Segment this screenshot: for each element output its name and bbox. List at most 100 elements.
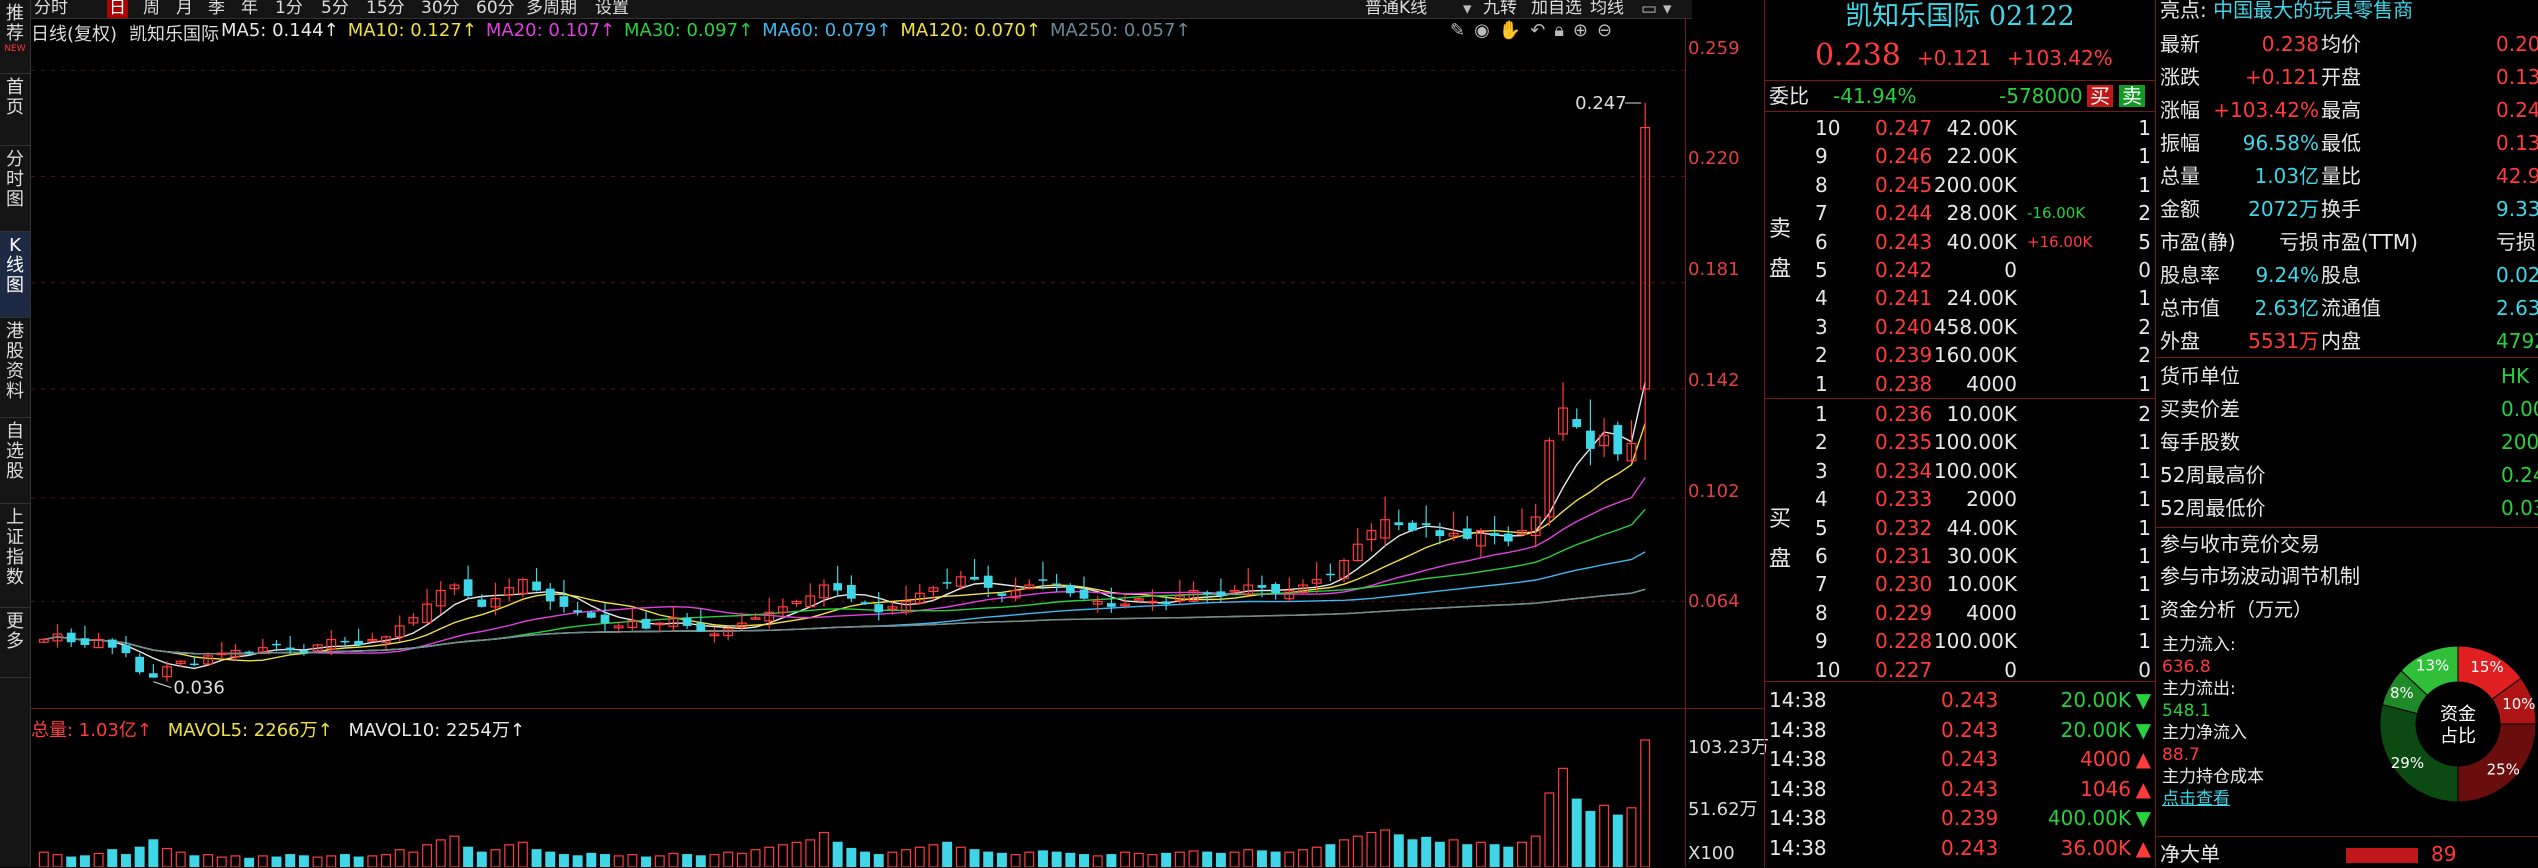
lock-icon[interactable]: 🔒︎ (1554, 20, 1564, 41)
kline-chart[interactable]: 0.247 0.036 (31, 44, 1686, 867)
chevron-down-icon[interactable]: ▾ (1463, 0, 1472, 18)
order-level[interactable]: 8 0.245 200.00K 1 (1765, 171, 2155, 199)
tab-60min[interactable]: 60分 (476, 0, 515, 18)
nav-label: 更多 (6, 611, 24, 652)
order-level[interactable]: 2 0.235 100.00K 1 (1765, 428, 2155, 456)
sell-button[interactable]: 卖 (2119, 85, 2145, 107)
level-index: 9 (1815, 144, 1828, 169)
buy-button[interactable]: 买 (2087, 85, 2113, 107)
pen-icon[interactable]: ✎ (1450, 20, 1465, 41)
volume-divider (31, 708, 1764, 709)
stat-label: 市盈(静) (2160, 230, 2236, 254)
nav-sh-index[interactable]: 上证指数 (0, 504, 30, 608)
order-level[interactable]: 7 0.244 28.00K -16.00K 2 (1765, 199, 2155, 227)
hand-icon[interactable]: ✋ (1499, 20, 1521, 41)
nav-timeshare[interactable]: 分时图 (0, 146, 30, 232)
ma-button[interactable]: 均线 (1590, 0, 1624, 18)
volume-bar (162, 847, 173, 867)
order-level[interactable]: 10 0.247 42.00K 1 (1765, 114, 2155, 142)
volume-bar (1120, 851, 1131, 867)
donut-slice-label: 29% (2391, 754, 2424, 772)
tab-timeshare[interactable]: 分时 (34, 0, 68, 18)
tab-yearly[interactable]: 年 (241, 0, 258, 18)
trade-volume: 4000 (2080, 747, 2131, 771)
order-level[interactable]: 9 0.228 100.00K 1 (1765, 627, 2155, 655)
order-level[interactable]: 3 0.240 458.00K 2 (1765, 313, 2155, 341)
zoom-out-icon[interactable]: ⊖ (1597, 20, 1612, 41)
nav-home[interactable]: 首页 (0, 74, 30, 146)
level-volume: 458.00K (1933, 314, 2017, 339)
nav-kline[interactable]: K线图 (0, 232, 30, 318)
tab-multi-period[interactable]: 多周期 (526, 0, 577, 18)
order-level[interactable]: 4 0.233 2000 1 (1765, 485, 2155, 513)
volume-bar (969, 849, 980, 867)
order-level[interactable]: 4 0.241 24.00K 1 (1765, 284, 2155, 312)
chart-style-select[interactable]: 普通K线 (1365, 0, 1427, 18)
zoom-in-icon[interactable]: ⊕ (1573, 20, 1588, 41)
undo-icon[interactable]: ↶ (1530, 20, 1545, 41)
order-level[interactable]: 2 0.239 160.00K 2 (1765, 341, 2155, 369)
ma-value: MA250: 0.057↑ (1049, 20, 1191, 41)
low-marker (153, 681, 172, 689)
stat-value: 200 (2501, 430, 2538, 454)
menu-icon[interactable]: ▾ (1663, 0, 1672, 18)
tab-settings[interactable]: 设置 (595, 0, 629, 18)
order-level[interactable]: 1 0.238 4000 1 (1765, 370, 2155, 398)
order-level[interactable]: 6 0.231 30.00K 1 (1765, 542, 2155, 570)
window-icon[interactable]: ▭ (1641, 0, 1657, 18)
candle-body (1421, 523, 1431, 526)
stat-value: 0.13 (2496, 131, 2538, 155)
order-level[interactable]: 6 0.243 40.00K +16.00K 5 (1765, 228, 2155, 256)
tab-quarterly[interactable]: 季 (208, 0, 225, 18)
level-index: 6 (1815, 229, 1828, 254)
candle-body (532, 581, 541, 591)
level-volume: 22.00K (1946, 144, 2017, 169)
nav-recommend[interactable]: 推荐 NEW (0, 0, 30, 74)
nav-hk-profile[interactable]: 港股资料 (0, 318, 30, 418)
ma-values: MA5: 0.144↑ MA10: 0.127↑ MA20: 0.107↑ MA30:… (221, 20, 1200, 41)
order-level[interactable]: 5 0.242 0 0 (1765, 256, 2155, 284)
stat-label: 股息率 (2160, 263, 2220, 287)
level-index: 3 (1815, 314, 1828, 339)
candle-body (1271, 584, 1281, 594)
ma-value: MA5: 0.144↑ (221, 20, 339, 41)
tab-1min[interactable]: 1分 (275, 0, 303, 18)
stat-value: 0.02 (2496, 263, 2538, 287)
fund-analysis-title: 资金分析（万元） (2160, 599, 2313, 621)
order-level[interactable]: 1 0.236 10.00K 2 (1765, 400, 2155, 428)
order-level[interactable]: 7 0.230 10.00K 1 (1765, 570, 2155, 598)
tab-daily[interactable]: 日 (107, 0, 128, 18)
order-level[interactable]: 10 0.227 0 0 (1765, 656, 2155, 684)
volume-bar (764, 846, 775, 867)
order-level[interactable]: 5 0.232 44.00K 1 (1765, 514, 2155, 542)
level-price: 0.239 (1875, 343, 1933, 368)
candle-body (545, 588, 555, 602)
nav-more[interactable]: 更多 (0, 608, 30, 678)
tab-15min[interactable]: 15分 (366, 0, 405, 18)
order-level[interactable]: 3 0.234 100.00K 1 (1765, 457, 2155, 485)
tab-weekly[interactable]: 周 (143, 0, 160, 18)
add-watchlist-button[interactable]: 加自选 (1531, 0, 1582, 18)
trade-time: 14:38 (1769, 776, 1827, 801)
tab-monthly[interactable]: 月 (176, 0, 193, 18)
tab-30min[interactable]: 30分 (421, 0, 460, 18)
order-level[interactable]: 8 0.229 4000 1 (1765, 599, 2155, 627)
order-level[interactable]: 9 0.246 22.00K 1 (1765, 142, 2155, 170)
holding-cost-link[interactable]: 点击查看 (2162, 788, 2264, 810)
volume-bar (93, 852, 104, 867)
inflow-label: 主力流入: (2162, 635, 2236, 655)
trade-volume: 20.00K (2060, 717, 2131, 742)
level-index: 7 (1815, 201, 1828, 226)
tab-5min[interactable]: 5分 (321, 0, 349, 18)
level-index: 1 (1815, 371, 1828, 396)
candle-body (970, 576, 979, 580)
nav-watchlist[interactable]: 自选股 (0, 418, 30, 504)
volume-bar (107, 849, 118, 867)
nine-turn-button[interactable]: 九转 (1483, 0, 1517, 18)
stat-row: 市盈(静) 亏损 市盈(TTM) 亏损 (2156, 226, 2538, 258)
level-index: 8 (1815, 600, 1828, 625)
volume-bar (449, 835, 460, 867)
eye-icon[interactable]: ◉ (1474, 20, 1490, 41)
stat-value: 0.00 (2501, 397, 2538, 421)
left-nav: 推荐 NEW 首页 分时图 K线图 港股资料 自选股 上证指数 更多 (0, 0, 31, 867)
